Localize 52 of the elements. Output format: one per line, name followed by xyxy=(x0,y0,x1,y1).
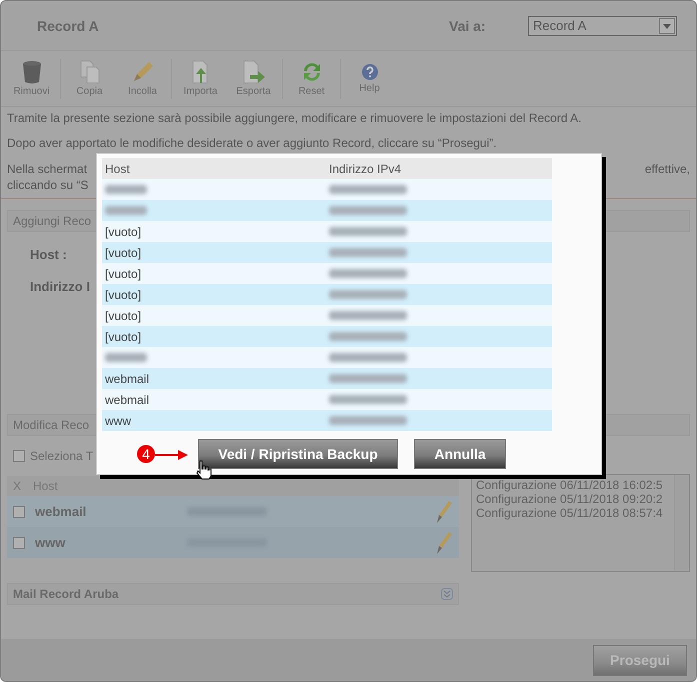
pencil-icon[interactable] xyxy=(435,530,453,556)
pencil-icon[interactable] xyxy=(435,498,453,524)
dialog-button[interactable]: Vedi / Ripristina Backup xyxy=(198,439,398,469)
table-row[interactable]: www xyxy=(7,527,459,558)
field-label: Host : xyxy=(30,247,67,262)
table-row[interactable]: webmail xyxy=(7,496,459,527)
goto-label: Vai a: xyxy=(449,18,487,34)
table-cell: [vuoto] xyxy=(105,224,142,238)
trash-icon xyxy=(20,60,42,84)
table-cell-text: www xyxy=(35,535,66,550)
info-text-fragment: effettive, xyxy=(644,161,690,177)
toolbar-button[interactable]: Copia xyxy=(63,54,116,102)
info-text-fragment: Nella schermat xyxy=(7,161,88,177)
backup-list-item[interactable]: Configurazione 05/11/2018 09:20:2 xyxy=(476,492,674,506)
table-cell: www xyxy=(105,414,131,428)
checkbox[interactable] xyxy=(13,536,25,548)
continue-button[interactable]: Prosegui xyxy=(593,644,687,676)
toolbar-button[interactable]: Importa xyxy=(174,54,227,102)
checkbox[interactable] xyxy=(13,450,25,462)
table-cell: [vuoto] xyxy=(105,266,142,280)
checkbox[interactable] xyxy=(13,506,25,518)
column-header: Indirizzo IPv4 xyxy=(329,162,402,176)
table-cell: [vuoto] xyxy=(105,330,142,344)
info-paragraph: Dopo aver apportato le modifiche desiderate o aver aggiunto Record, cliccare su “Prosegui”. xyxy=(7,136,498,150)
copy-icon xyxy=(78,60,100,84)
caret-icon xyxy=(659,18,675,34)
toolbar-button[interactable]: Incolla xyxy=(116,54,169,102)
step-marker-drawing: 4 xyxy=(136,443,188,465)
goto-select[interactable]: Record A xyxy=(528,16,677,36)
backup-list-item[interactable]: Configurazione 05/11/2018 08:57:4 xyxy=(476,506,674,520)
info-text-fragment: cliccando su “S xyxy=(7,177,88,193)
info-paragraph: Tramite la presente sezione sarà possibile aggiungere, modificare e rimuovere le impostazioni del Record A. xyxy=(7,111,583,125)
table-cell: [vuoto] xyxy=(105,246,142,260)
page-title: Record A xyxy=(37,18,100,34)
dialog-button[interactable]: Annulla xyxy=(414,439,506,469)
double-chevron-icon xyxy=(441,588,453,600)
table-cell-text: webmail xyxy=(35,504,88,519)
toolbar-button[interactable]: Help xyxy=(343,54,396,102)
toolbar-button[interactable]: Rimuovi xyxy=(5,54,58,102)
table-cell: webmail xyxy=(105,392,150,406)
field-label: Indirizzo I xyxy=(30,279,90,294)
table-cell: [vuoto] xyxy=(105,308,142,322)
select-all-label: Seleziona T xyxy=(30,449,94,463)
table-cell: webmail xyxy=(105,372,150,386)
column-header: Host xyxy=(104,162,131,176)
backup-list[interactable]: Configurazione 06/11/2018 16:02:5 Configurazione 05/11/2018 09:20:2 Configurazione 05/11/2018 08:57:4 xyxy=(471,474,690,572)
document-right-arrow-icon xyxy=(240,60,266,84)
help-icon xyxy=(360,63,378,81)
table-cell: [vuoto] xyxy=(105,288,142,302)
backup-list-item[interactable]: Configurazione 06/11/2018 16:02:5 xyxy=(476,478,674,492)
toolbar-button[interactable]: Esporta xyxy=(227,54,280,102)
toolbar-button[interactable]: Reset xyxy=(285,54,338,102)
